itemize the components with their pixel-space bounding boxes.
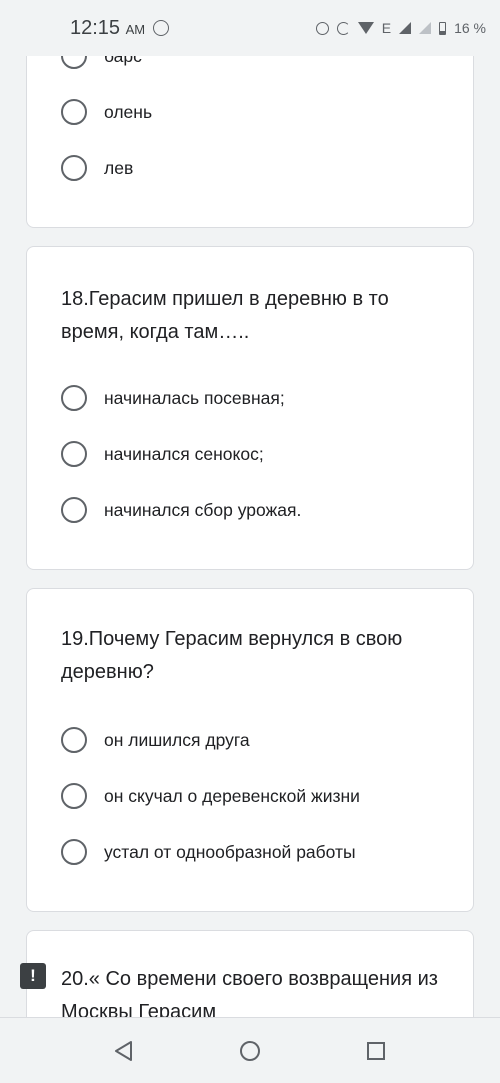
option-label: начинался сенокос;: [104, 443, 264, 464]
signal-icon-secondary: [419, 22, 432, 34]
radio-button[interactable]: [61, 385, 87, 411]
network-type: E: [381, 20, 392, 36]
status-bar: 12:15 AM E 16 %: [0, 0, 500, 56]
question-title: 19.Почему Герасим вернулся в свою деревн…: [61, 628, 403, 683]
option-lishilsya-druga[interactable]: он лишился друга: [61, 725, 250, 755]
report-icon[interactable]: !: [20, 963, 46, 989]
alarm-icon: [315, 21, 329, 35]
option-posevnaya[interactable]: начиналась посевная;: [61, 383, 285, 413]
back-icon[interactable]: [113, 1040, 135, 1062]
option-label: он скучал о деревенской жизни: [104, 785, 360, 806]
battery-icon: [439, 21, 447, 35]
option-label: начиналась посевная;: [104, 387, 285, 408]
radio-button[interactable]: [61, 99, 87, 125]
option-label: лев: [104, 157, 134, 178]
option-ustal[interactable]: устал от однообразной работы: [61, 837, 356, 867]
question-title: 18.Герасим пришел в деревню в то время, …: [61, 288, 389, 343]
radio-button[interactable]: [61, 727, 87, 753]
option-senokos[interactable]: начинался сенокос;: [61, 439, 264, 469]
navigation-bar: [0, 1017, 500, 1083]
radio-button[interactable]: [61, 783, 87, 809]
option-olen[interactable]: олень: [61, 97, 152, 127]
question-card-19: 19.Почему Герасим вернулся в свою деревн…: [26, 588, 474, 912]
sync-icon: [336, 21, 350, 35]
question-card-18: 18.Герасим пришел в деревню в то время, …: [26, 246, 474, 570]
radio-button[interactable]: [61, 497, 87, 523]
radio-button[interactable]: [61, 839, 87, 865]
radio-button[interactable]: [61, 155, 87, 181]
option-label: начинался сбор урожая.: [104, 499, 302, 520]
option-skuchal[interactable]: он скучал о деревенской жизни: [61, 781, 360, 811]
battery-level: 16 %: [454, 20, 486, 36]
viber-icon: [153, 20, 170, 36]
option-label: устал от однообразной работы: [104, 841, 356, 862]
recents-icon[interactable]: [365, 1040, 387, 1062]
option-sbor-urozhaya[interactable]: начинался сбор урожая.: [61, 495, 301, 525]
option-label: он лишился друга: [104, 729, 250, 750]
home-icon[interactable]: [239, 1040, 261, 1062]
signal-icon: [399, 22, 412, 34]
option-label: олень: [104, 101, 153, 122]
form-screen: 12:15 AM E 16 % барс олень лев: [0, 0, 500, 1083]
clock: 12:15 AM: [70, 16, 146, 39]
radio-button[interactable]: [61, 441, 87, 467]
wifi-icon: [357, 22, 374, 34]
option-lev[interactable]: лев: [61, 153, 133, 183]
